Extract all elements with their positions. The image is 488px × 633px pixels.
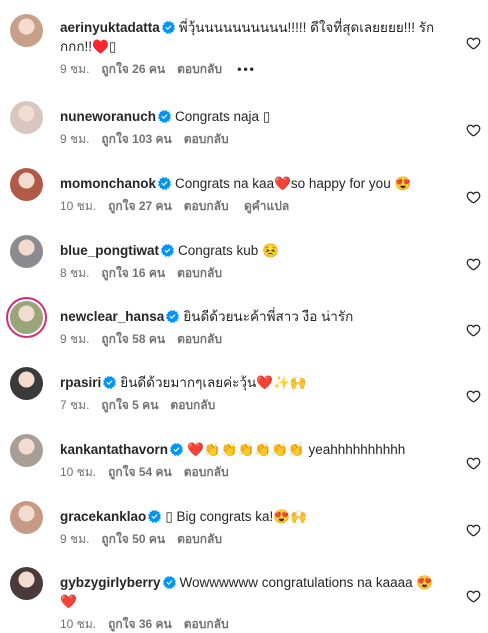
verified-badge-icon [162, 576, 176, 589]
like-count[interactable]: ถูกใจ 27 คน [108, 199, 172, 213]
comment-time[interactable]: 10 ชม. [60, 617, 96, 631]
comment-line: gracekanklao ▯ Big congrats ka!😍🙌 [60, 507, 445, 526]
comment-meta: 9 ชม. ถูกใจ 26 คน ตอบกลับ ••• [60, 62, 445, 76]
heart-outline-icon[interactable] [466, 323, 481, 338]
like-count[interactable]: ถูกใจ 5 คน [101, 398, 158, 412]
comment-body: kankantathavorn ❤️👏👏👏👏👏👏 yeahhhhhhhhhh 10… [60, 440, 445, 479]
translate-button[interactable]: ดูคำแปล [244, 199, 289, 213]
avatar[interactable] [10, 101, 43, 134]
avatar[interactable] [10, 367, 43, 400]
like-count[interactable]: ถูกใจ 58 คน [101, 332, 165, 346]
comment-body: blue_pongtiwat Congrats kub 😣 8 ชม. ถูกใจ … [60, 241, 445, 280]
like-count[interactable]: ถูกใจ 50 คน [101, 532, 165, 546]
comment-body: gracekanklao ▯ Big congrats ka!😍🙌 9 ชม. ถู… [60, 507, 445, 546]
avatar[interactable] [10, 501, 43, 534]
comment-time[interactable]: 10 ชม. [60, 465, 96, 479]
comment-line: rpasiri ยินดีด้วยมากๆเลยค่ะวุ้น❤️✨🙌 [60, 373, 445, 392]
comment-text: ยินดีด้วยนะค้าพี่สาว งือ น่ารัก [183, 309, 354, 324]
comment-meta: 10 ชม. ถูกใจ 54 คน ตอบกลับ [60, 465, 445, 479]
username-link[interactable]: kankantathavorn [60, 442, 168, 457]
username-link[interactable]: gybzygirlyberry [60, 575, 161, 590]
like-count[interactable]: ถูกใจ 16 คน [101, 266, 165, 280]
avatar[interactable] [10, 235, 43, 268]
verified-badge-icon [161, 244, 174, 257]
username-link[interactable]: momonchanok [60, 176, 156, 191]
comment-meta: 8 ชม. ถูกใจ 16 คน ตอบกลับ [60, 266, 445, 280]
comment-time[interactable]: 9 ชม. [60, 62, 89, 76]
comment-time[interactable]: 9 ชม. [60, 532, 89, 546]
heart-outline-icon[interactable] [466, 389, 481, 404]
comment-text: ยินดีด้วยมากๆเลยค่ะวุ้น❤️✨🙌 [120, 375, 307, 390]
comment-body: momonchanok Congrats na kaa❤️so happy for… [60, 174, 445, 213]
username-link[interactable]: gracekanklao [60, 509, 146, 524]
reply-button[interactable]: ตอบกลับ [177, 332, 222, 346]
verified-badge-icon [148, 510, 162, 523]
comment-text: ▯ Big congrats ka!😍🙌 [165, 509, 307, 524]
comment-meta: 9 ชม. ถูกใจ 50 คน ตอบกลับ [60, 532, 445, 546]
verified-badge-icon [158, 110, 172, 123]
like-count[interactable]: ถูกใจ 26 คน [101, 62, 165, 76]
comment-text: Congrats naja ▯ [175, 109, 271, 124]
verified-badge-icon [170, 443, 184, 456]
avatar[interactable] [10, 168, 43, 201]
comment-meta: 7 ชม. ถูกใจ 5 คน ตอบกลับ [60, 398, 445, 412]
comment-line: aerinyuktadatta พี่วุ้นนนนนนนนนน!!!!! ดีใ… [60, 18, 445, 56]
reply-button[interactable]: ตอบกลับ [184, 199, 229, 213]
heart-outline-icon[interactable] [466, 456, 481, 471]
username-link[interactable]: nuneworanuch [60, 109, 156, 124]
username-link[interactable]: aerinyuktadatta [60, 20, 160, 35]
reply-button[interactable]: ตอบกลับ [177, 266, 222, 280]
comment-line: newclear_hansa ยินดีด้วยนะค้าพี่สาว งือ น… [60, 307, 445, 326]
more-options-icon[interactable]: ••• [237, 62, 256, 76]
like-count[interactable]: ถูกใจ 36 คน [108, 617, 172, 631]
comment-line: kankantathavorn ❤️👏👏👏👏👏👏 yeahhhhhhhhhh [60, 440, 445, 459]
comment-text: Congrats kub 😣 [178, 243, 279, 258]
comment-text: Congrats na kaa❤️so happy for you 😍 [175, 176, 412, 191]
comment-time[interactable]: 7 ชม. [60, 398, 89, 412]
comment-line: momonchanok Congrats na kaa❤️so happy for… [60, 174, 445, 193]
comment-body: rpasiri ยินดีด้วยมากๆเลยค่ะวุ้น❤️✨🙌 7 ชม.… [60, 373, 445, 412]
comment-line: nuneworanuch Congrats naja ▯ [60, 107, 445, 126]
username-link[interactable]: blue_pongtiwat [60, 243, 159, 258]
verified-badge-icon [103, 376, 117, 389]
comment-line: gybzygirlyberry Wowwwwww congratulations … [60, 573, 445, 611]
comment-time[interactable]: 10 ชม. [60, 199, 96, 213]
comment-line: blue_pongtiwat Congrats kub 😣 [60, 241, 445, 260]
like-count[interactable]: ถูกใจ 54 คน [108, 465, 172, 479]
heart-outline-icon[interactable] [466, 257, 481, 272]
comment-time[interactable]: 9 ชม. [60, 332, 89, 346]
avatar[interactable] [10, 14, 43, 47]
reply-button[interactable]: ตอบกลับ [184, 132, 229, 146]
reply-button[interactable]: ตอบกลับ [184, 617, 229, 631]
heart-outline-icon[interactable] [466, 190, 481, 205]
like-count[interactable]: ถูกใจ 103 คน [101, 132, 171, 146]
heart-outline-icon[interactable] [466, 523, 481, 538]
comment-meta: 9 ชม. ถูกใจ 103 คน ตอบกลับ [60, 132, 445, 146]
comment-body: newclear_hansa ยินดีด้วยนะค้าพี่สาว งือ น… [60, 307, 445, 346]
comment-body: nuneworanuch Congrats naja ▯ 9 ชม. ถูกใจ 1… [60, 107, 445, 146]
comment-body: aerinyuktadatta พี่วุ้นนนนนนนนนน!!!!! ดีใ… [60, 18, 445, 76]
reply-button[interactable]: ตอบกลับ [177, 62, 222, 76]
avatar[interactable] [10, 301, 43, 334]
heart-outline-icon[interactable] [466, 589, 481, 604]
comment-time[interactable]: 8 ชม. [60, 266, 89, 280]
heart-outline-icon[interactable] [466, 36, 481, 51]
heart-outline-icon[interactable] [466, 123, 481, 138]
username-link[interactable]: newclear_hansa [60, 309, 164, 324]
verified-badge-icon [161, 21, 175, 34]
reply-button[interactable]: ตอบกลับ [184, 465, 229, 479]
reply-button[interactable]: ตอบกลับ [170, 398, 215, 412]
verified-badge-icon [158, 177, 172, 190]
comment-body: gybzygirlyberry Wowwwwww congratulations … [60, 573, 445, 631]
reply-button[interactable]: ตอบกลับ [177, 532, 222, 546]
comment-meta: 9 ชม. ถูกใจ 58 คน ตอบกลับ [60, 332, 445, 346]
comment-text: ❤️👏👏👏👏👏👏 yeahhhhhhhhhh [187, 442, 406, 457]
comment-time[interactable]: 9 ชม. [60, 132, 89, 146]
avatar[interactable] [10, 434, 43, 467]
comment-meta: 10 ชม. ถูกใจ 27 คน ตอบกลับ ดูคำแปล [60, 199, 445, 213]
comment-meta: 10 ชม. ถูกใจ 36 คน ตอบกลับ [60, 617, 445, 631]
avatar[interactable] [10, 567, 43, 600]
username-link[interactable]: rpasiri [60, 375, 101, 390]
verified-badge-icon [166, 310, 180, 323]
